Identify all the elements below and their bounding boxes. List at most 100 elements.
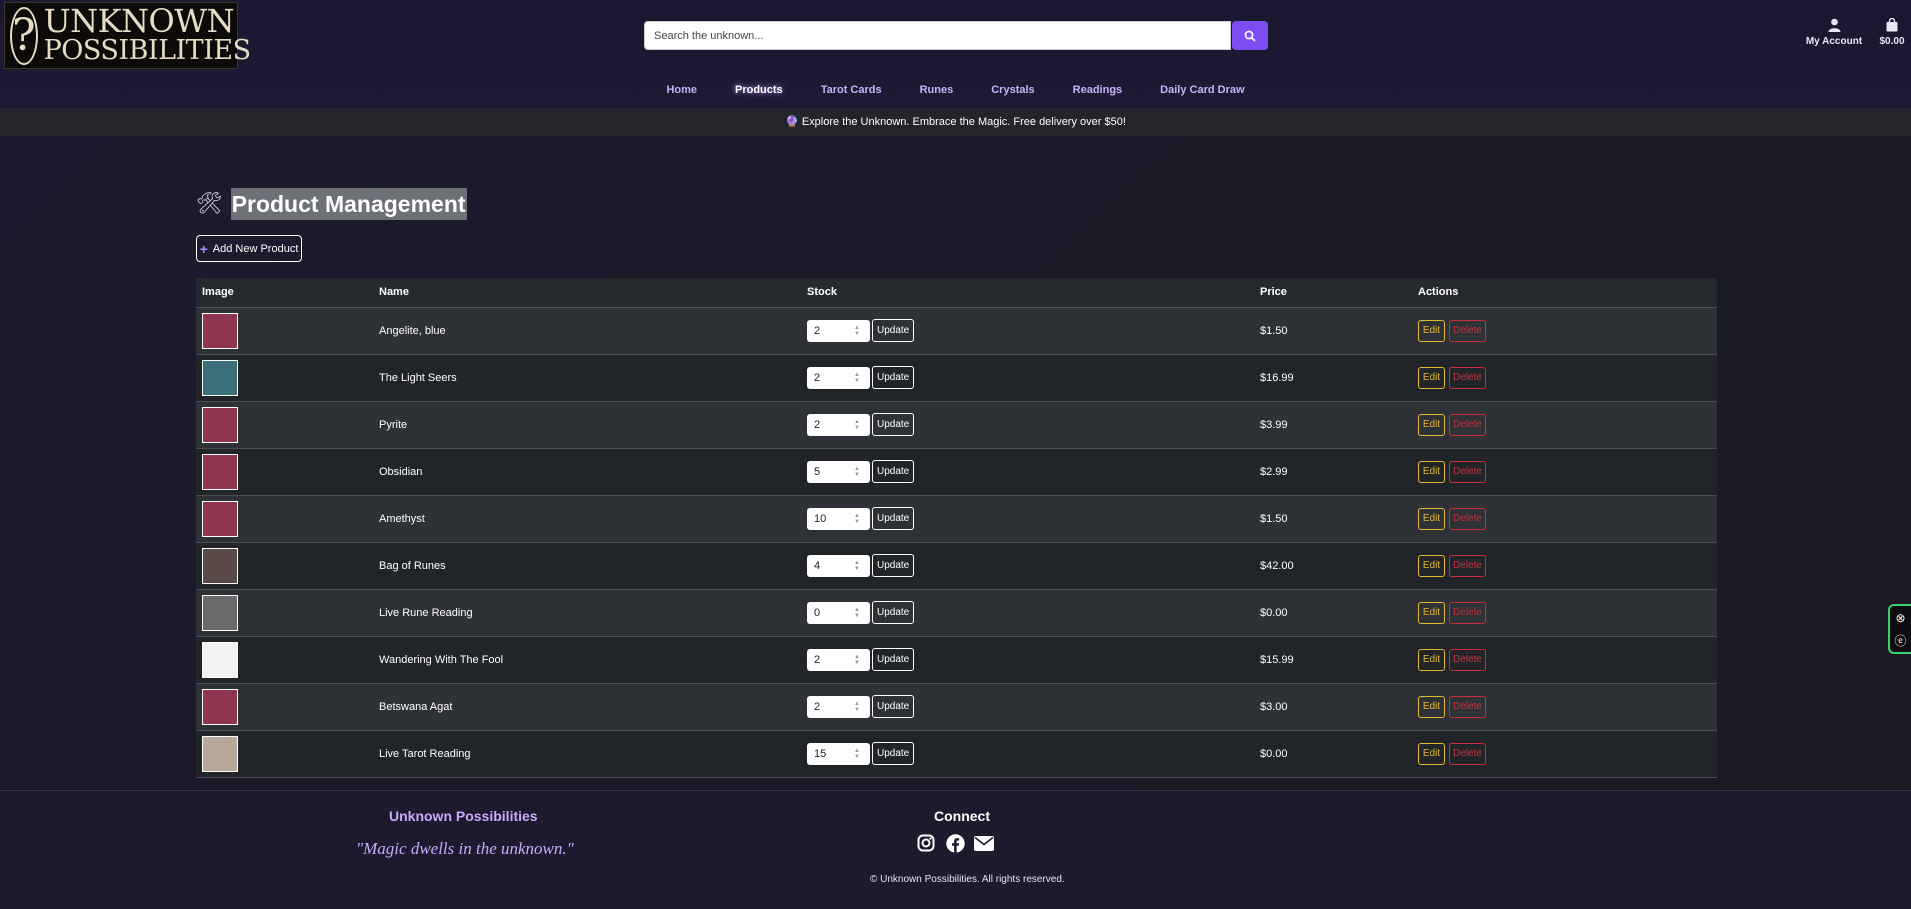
cell-stock: ▲▼ Update [801,448,1254,495]
product-thumbnail [202,406,238,443]
add-new-product-label: Add New Product [212,242,299,255]
stepper-arrows-icon[interactable]: ▲ ▼ [854,748,864,760]
cell-name: Pyrite [379,418,408,431]
delete-button[interactable]: Delete [1449,601,1486,624]
update-stock-button[interactable]: Update [872,601,915,624]
cell-name: Live Rune Reading [379,606,473,619]
cell-price: $0.00 [1260,747,1288,760]
shopping-bag-icon [1874,17,1910,36]
update-stock-button[interactable]: Update [872,460,915,483]
delete-button[interactable]: Delete [1449,319,1486,342]
delete-button[interactable]: Delete [1449,695,1486,718]
delete-button[interactable]: Delete [1449,648,1486,671]
edit-button[interactable]: Edit [1418,507,1445,530]
nav-readings[interactable]: Readings [1054,82,1142,98]
edit-button[interactable]: Edit [1418,742,1445,765]
table-row: Angelite, blue ▲▼ Update $1.50 EditDelete [196,307,1717,354]
edit-button[interactable]: Edit [1418,648,1445,671]
update-stock-button[interactable]: Update [872,648,915,671]
cell-actions: Edit Delete [1412,589,1717,636]
stepper-arrows-icon[interactable]: ▲ ▼ [854,325,864,337]
edit-button[interactable]: Edit [1418,601,1445,624]
stepper-arrows-icon[interactable]: ▲ ▼ [854,372,864,384]
stepper-arrows-icon[interactable]: ▲ ▼ [854,607,864,619]
instagram-icon[interactable] [916,833,936,853]
close-icon[interactable]: ⊗ [1895,612,1905,624]
cell-price: $3.00 [1260,700,1288,713]
update-stock-button[interactable]: Update [872,742,915,765]
product-thumbnail [202,547,238,584]
update-stock-button[interactable]: Update [872,554,915,577]
search-input[interactable] [644,21,1231,50]
stepper-arrows-icon[interactable]: ▲ ▼ [854,701,864,713]
delete-button[interactable]: Delete [1449,413,1486,436]
envelope-icon[interactable] [974,833,994,853]
stepper-arrows-icon[interactable]: ▲ ▼ [854,560,864,572]
table-row: Betswana Agat ▲▼ Update $3.00 EditDelete [196,683,1717,730]
table-header-row: Image Name Stock Price Actions [196,278,1717,308]
stepper-arrows-icon[interactable]: ▲ ▼ [854,513,864,525]
stepper-arrows-icon[interactable]: ▲ ▼ [854,466,864,478]
page-title: Product Management [230,188,467,220]
edit-button[interactable]: Edit [1418,695,1445,718]
edit-button[interactable]: Edit [1418,413,1445,436]
cell-image [196,354,373,401]
footer-connect-heading: Connect [934,808,990,824]
add-new-product-button[interactable]: + Add New Product [196,235,302,262]
edit-button[interactable]: Edit [1418,554,1445,577]
product-thumbnail [202,359,238,396]
site-logo[interactable]: ? UNKNOWN POSSIBILITIES [4,2,251,69]
table-row: Live Rune Reading ▲▼ Update $0.00 EditDel… [196,589,1717,636]
cell-name: Wandering With The Fool [379,653,504,666]
table-row: Obsidian ▲▼ Update $2.99 EditDelete [196,448,1717,495]
nav-home[interactable]: Home [647,82,716,98]
footer-brand: Unknown Possibilities [389,808,538,824]
footer-quote: "Magic dwells in the unknown." [356,839,574,858]
edit-button[interactable]: Edit [1418,366,1445,389]
site-header: ? UNKNOWN POSSIBILITIES My Account $0.00… [0,0,1911,107]
cell-actions: Edit Delete [1412,683,1717,730]
logo-text-line2: POSSIBILITIES [43,34,251,66]
col-header-name: Name [373,278,801,308]
search-button[interactable] [1232,21,1268,50]
cell-stock: ▲▼ Update [801,495,1254,542]
delete-button[interactable]: Delete [1449,554,1486,577]
nav-tarot-cards[interactable]: Tarot Cards [802,82,901,98]
facebook-icon[interactable] [945,833,965,853]
accessibility-widget[interactable]: ⊗ ⓔ [1888,604,1911,654]
cell-price: $1.50 [1260,324,1288,337]
delete-button[interactable]: Delete [1449,366,1486,389]
table-row: Pyrite ▲▼ Update $3.99 EditDelete [196,401,1717,448]
delete-button[interactable]: Delete [1449,507,1486,530]
col-header-stock: Stock [801,278,1254,308]
update-stock-button[interactable]: Update [872,366,915,389]
cell-stock: ▲▼ Update [801,354,1254,401]
nav-crystals[interactable]: Crystals [972,82,1053,98]
cell-actions: Edit Delete [1412,495,1717,542]
cell-actions: Edit Delete [1412,401,1717,448]
stepper-arrows-icon[interactable]: ▲ ▼ [854,419,864,431]
cart-link[interactable]: $0.00 [1874,17,1910,47]
cell-image [196,730,373,777]
nav-products[interactable]: Products [716,82,802,98]
my-account-link[interactable]: My Account [1802,18,1866,47]
delete-button[interactable]: Delete [1449,742,1486,765]
nav-runes[interactable]: Runes [901,82,973,98]
widget-e-icon[interactable]: ⓔ [1894,635,1906,647]
cell-actions: Edit Delete [1412,636,1717,683]
nav-daily-card-draw[interactable]: Daily Card Draw [1141,82,1263,98]
delete-button[interactable]: Delete [1449,460,1486,483]
edit-button[interactable]: Edit [1418,319,1445,342]
cell-actions: Edit Delete [1412,307,1717,354]
stepper-arrows-icon[interactable]: ▲ ▼ [854,654,864,666]
update-stock-button[interactable]: Update [872,413,915,436]
edit-button[interactable]: Edit [1418,460,1445,483]
col-header-actions: Actions [1412,278,1717,308]
col-header-price: Price [1254,278,1412,308]
cell-actions: Edit Delete [1412,542,1717,589]
product-thumbnail [202,500,238,537]
cell-price: $15.99 [1260,653,1294,666]
update-stock-button[interactable]: Update [872,507,915,530]
update-stock-button[interactable]: Update [872,695,915,718]
update-stock-button[interactable]: Update [872,319,915,342]
